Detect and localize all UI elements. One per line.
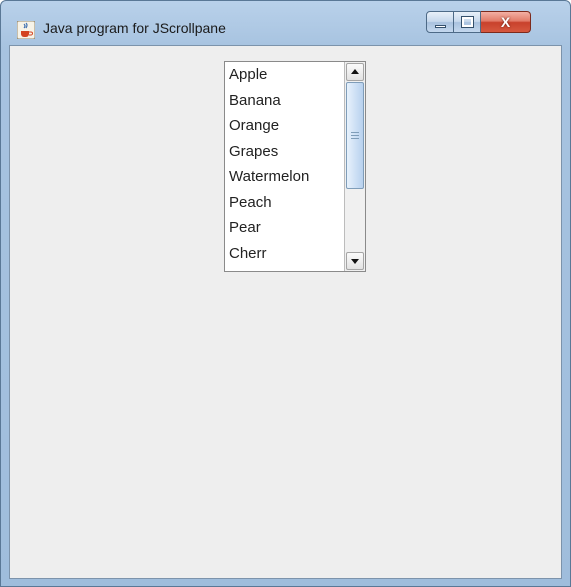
- list-item[interactable]: Apple: [225, 62, 344, 88]
- arrow-down-icon: [351, 259, 359, 264]
- title-bar[interactable]: Java program for JScrollpane X: [1, 1, 570, 45]
- window-title: Java program for JScrollpane: [43, 20, 226, 36]
- grip-line: [351, 135, 359, 136]
- window-controls: X: [426, 11, 531, 35]
- vertical-scrollbar[interactable]: [344, 62, 365, 271]
- list-item[interactable]: Grapes: [225, 139, 344, 165]
- scroll-thumb[interactable]: [346, 82, 364, 189]
- close-icon: X: [500, 14, 511, 30]
- grip-line: [351, 132, 359, 133]
- list-item[interactable]: Banana: [225, 88, 344, 114]
- maximize-icon: [461, 16, 474, 28]
- minimize-button[interactable]: [426, 11, 454, 33]
- fruit-scroll-pane[interactable]: Apple Banana Orange Grapes Watermelon Pe…: [224, 61, 366, 272]
- scroll-up-button[interactable]: [346, 63, 364, 81]
- list-item[interactable]: Orange: [225, 113, 344, 139]
- list-item[interactable]: Cherr: [225, 241, 344, 267]
- list-item[interactable]: Pear: [225, 215, 344, 241]
- list-item[interactable]: Watermelon: [225, 164, 344, 190]
- fruit-list[interactable]: Apple Banana Orange Grapes Watermelon Pe…: [225, 62, 344, 271]
- list-item[interactable]: Peach: [225, 190, 344, 216]
- arrow-up-icon: [351, 69, 359, 74]
- minimize-icon: [435, 25, 446, 28]
- app-window: Java program for JScrollpane X Apple Ban…: [0, 0, 571, 587]
- maximize-button[interactable]: [454, 11, 481, 33]
- content-pane: Apple Banana Orange Grapes Watermelon Pe…: [9, 45, 562, 579]
- java-cup-icon: [16, 20, 36, 40]
- grip-line: [351, 138, 359, 139]
- scroll-down-button[interactable]: [346, 252, 364, 270]
- close-button[interactable]: X: [481, 11, 531, 33]
